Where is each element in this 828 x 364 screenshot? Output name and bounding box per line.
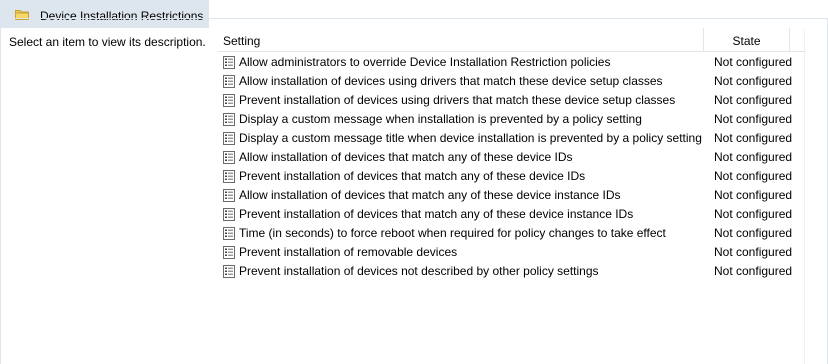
table-row[interactable]: Prevent installation of devices using dr…: [218, 91, 806, 110]
setting-name: Prevent installation of devices that mat…: [239, 207, 634, 221]
setting-state: Not configured: [714, 264, 793, 278]
column-header-setting[interactable]: Setting: [218, 28, 704, 52]
setting-state: Not configured: [714, 74, 793, 88]
table-row[interactable]: Display a custom message title when devi…: [218, 129, 806, 148]
setting-name: Prevent installation of devices using dr…: [239, 93, 676, 107]
setting-name: Allow installation of devices that match…: [239, 150, 573, 164]
setting-state: Not configured: [714, 55, 793, 69]
table-row[interactable]: Allow installation of devices using driv…: [218, 72, 806, 91]
setting-state: Not configured: [714, 207, 793, 221]
table-row[interactable]: Time (in seconds) to force reboot when r…: [218, 224, 806, 243]
table-row[interactable]: Prevent installation of devices not desc…: [218, 262, 806, 281]
settings-rows: Allow administrators to override Device …: [218, 53, 806, 281]
setting-name: Allow administrators to override Device …: [239, 55, 611, 69]
policy-setting-icon: [223, 75, 235, 88]
setting-state: Not configured: [714, 245, 793, 259]
table-row[interactable]: Prevent installation of removable device…: [218, 243, 806, 262]
table-row[interactable]: Prevent installation of devices that mat…: [218, 205, 806, 224]
column-header-state[interactable]: State: [704, 28, 790, 52]
setting-state: Not configured: [714, 112, 793, 126]
setting-state: Not configured: [714, 93, 793, 107]
setting-name: Display a custom message when installati…: [239, 112, 642, 126]
table-row[interactable]: Allow installation of devices that match…: [218, 148, 806, 167]
setting-state: Not configured: [714, 226, 793, 240]
setting-name: Allow installation of devices using driv…: [239, 74, 663, 88]
description-text: Select an item to view its description.: [9, 35, 206, 49]
table-row[interactable]: Allow installation of devices that match…: [218, 186, 806, 205]
policy-setting-icon: [223, 189, 235, 202]
setting-name: Time (in seconds) to force reboot when r…: [239, 226, 666, 240]
setting-name: Prevent installation of removable device…: [239, 245, 458, 259]
policy-setting-icon: [223, 56, 235, 69]
setting-name: Allow installation of devices that match…: [239, 188, 621, 202]
table-row[interactable]: Prevent installation of devices that mat…: [218, 167, 806, 186]
setting-state: Not configured: [714, 131, 793, 145]
policy-setting-icon: [223, 170, 235, 183]
column-header-row: Setting State: [218, 28, 806, 52]
policy-setting-icon: [223, 94, 235, 107]
settings-list[interactable]: Setting State Allow administrators to ov…: [218, 28, 806, 364]
policy-setting-icon: [223, 227, 235, 240]
setting-state: Not configured: [714, 169, 793, 183]
list-right-edge: [804, 29, 805, 364]
policy-setting-icon: [223, 113, 235, 126]
table-row[interactable]: Allow administrators to override Device …: [218, 53, 806, 72]
policy-setting-icon: [223, 208, 235, 221]
setting-state: Not configured: [714, 150, 793, 164]
policy-setting-icon: [223, 246, 235, 259]
policy-setting-icon: [223, 132, 235, 145]
table-row[interactable]: Display a custom message when installati…: [218, 110, 806, 129]
setting-name: Prevent installation of devices not desc…: [239, 264, 599, 278]
policy-setting-icon: [223, 151, 235, 164]
policy-setting-icon: [223, 265, 235, 278]
setting-state: Not configured: [714, 188, 793, 202]
setting-name: Display a custom message title when devi…: [239, 131, 702, 145]
setting-name: Prevent installation of devices that mat…: [239, 169, 586, 183]
